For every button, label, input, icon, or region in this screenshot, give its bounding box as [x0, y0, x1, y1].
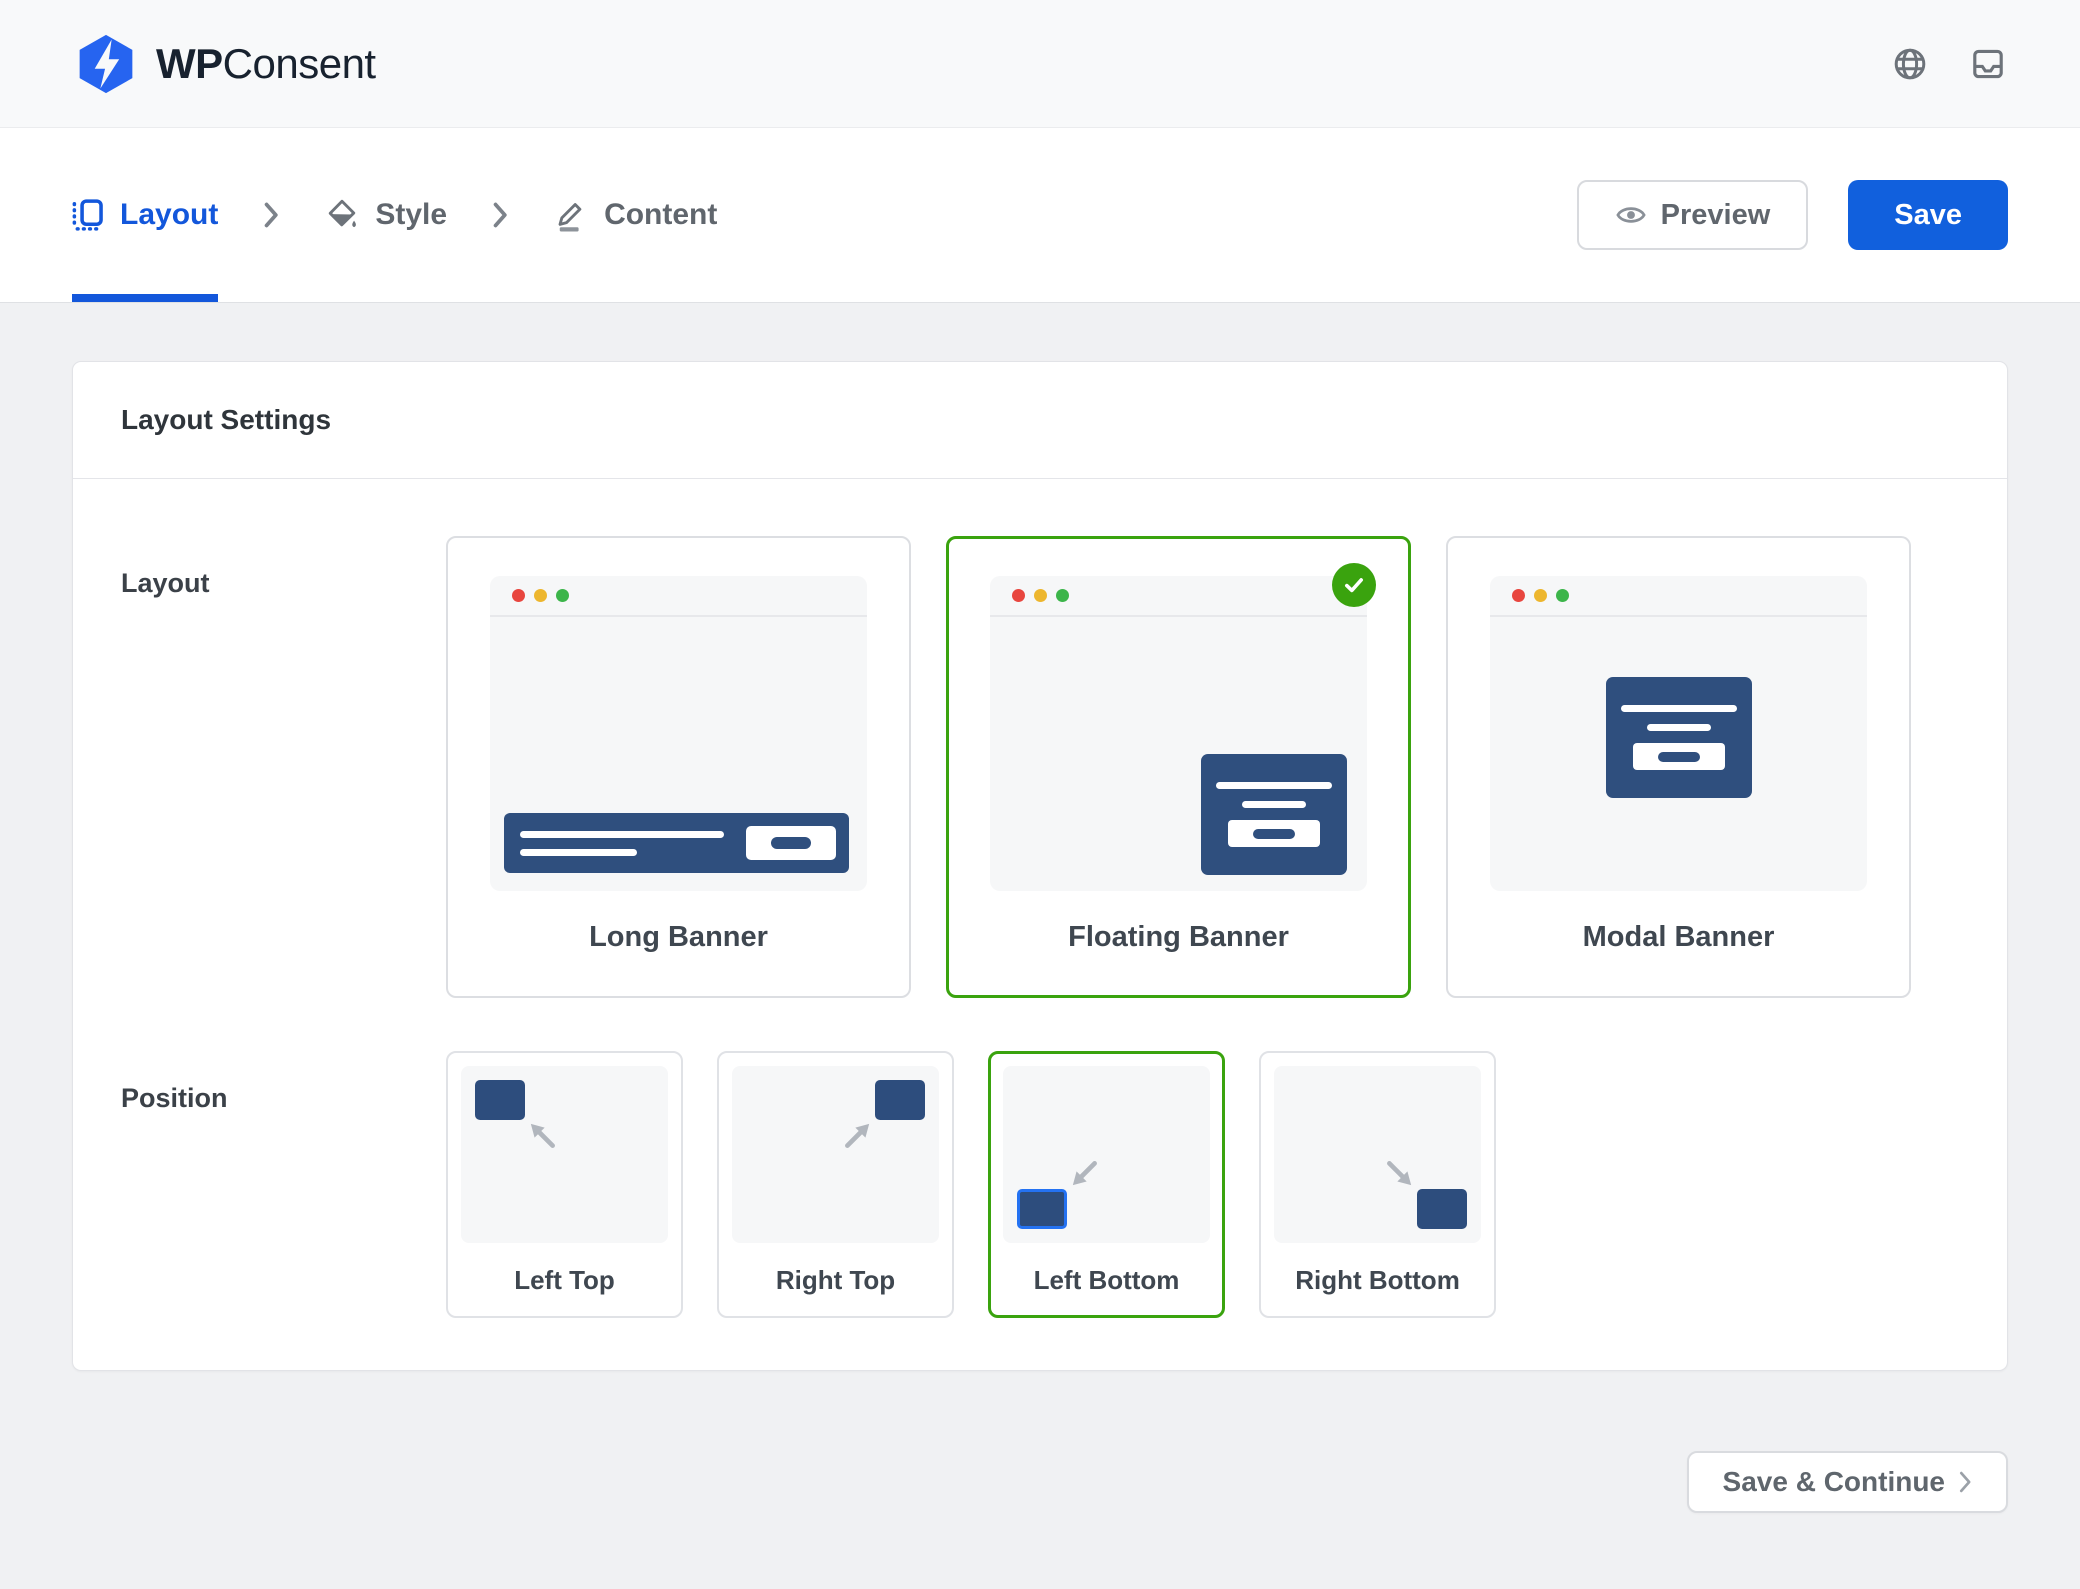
position-option-label: Left Bottom — [1003, 1265, 1210, 1296]
banner-position-rect — [875, 1080, 925, 1120]
position-option-left-bottom[interactable]: Left Bottom — [988, 1051, 1225, 1318]
chevron-right-icon — [264, 202, 279, 228]
position-option-right-bottom[interactable]: Right Bottom — [1259, 1051, 1496, 1318]
save-and-continue-button[interactable]: Save & Continue — [1687, 1451, 2008, 1513]
layout-option-modal-banner[interactable]: Modal Banner — [1446, 536, 1911, 998]
banner-position-rect — [1417, 1189, 1467, 1229]
banner-position-rect — [475, 1080, 525, 1120]
preview-button-label: Preview — [1661, 199, 1771, 232]
brand-name: WPConsent — [156, 40, 376, 88]
layout-option-label: Long Banner — [490, 921, 867, 954]
traffic-dot-green — [1056, 589, 1069, 602]
layout-row: Layout — [73, 536, 2007, 998]
arrow-up-right-icon — [841, 1118, 875, 1152]
position-mockup — [1003, 1066, 1210, 1243]
traffic-dot-yellow — [1534, 589, 1547, 602]
save-button[interactable]: Save — [1848, 180, 2008, 250]
position-mockup — [732, 1066, 939, 1243]
position-option-right-top[interactable]: Right Top — [717, 1051, 954, 1318]
footer-bar: Save & Continue — [72, 1451, 2008, 1513]
position-row: Position Left Top — [73, 1051, 2007, 1318]
banner-position-rect-selected — [1017, 1189, 1067, 1229]
traffic-dot-yellow — [534, 589, 547, 602]
tab-content-label: Content — [604, 198, 717, 232]
browser-mockup-titlebar — [1490, 576, 1867, 617]
layout-options: Long Banner — [446, 536, 1911, 998]
preview-accept-button — [1633, 743, 1725, 770]
brand-name-bold: WP — [156, 40, 223, 87]
position-mockup — [461, 1066, 668, 1243]
traffic-dot-red — [1512, 589, 1525, 602]
browser-mockup — [990, 576, 1367, 891]
content-tab-icon — [554, 198, 588, 232]
floating-banner-preview — [1201, 754, 1347, 875]
chevron-right-icon — [1959, 1471, 1972, 1493]
position-option-label: Right Top — [732, 1265, 939, 1296]
layout-row-label: Layout — [73, 536, 446, 998]
style-tab-icon — [325, 198, 359, 232]
traffic-dot-green — [1556, 589, 1569, 602]
position-options: Left Top Right Top — [446, 1051, 1496, 1318]
position-option-label: Right Bottom — [1274, 1265, 1481, 1296]
eye-icon — [1615, 199, 1647, 231]
layout-option-label: Modal Banner — [1490, 921, 1867, 954]
arrow-up-left-icon — [525, 1118, 559, 1152]
layout-settings-panel: Layout Settings Layout — [72, 361, 2008, 1371]
traffic-dot-green — [556, 589, 569, 602]
inbox-icon[interactable] — [1970, 46, 2006, 82]
traffic-dot-yellow — [1034, 589, 1047, 602]
globe-icon[interactable] — [1892, 46, 1928, 82]
arrow-down-left-icon — [1067, 1157, 1101, 1191]
step-navigation-bar: Layout Style Content — [0, 128, 2080, 303]
preview-accept-button — [746, 826, 836, 860]
long-banner-preview — [504, 813, 849, 873]
traffic-dot-red — [512, 589, 525, 602]
position-option-left-top[interactable]: Left Top — [446, 1051, 683, 1318]
preview-accept-button — [1228, 820, 1320, 847]
chevron-right-icon — [493, 202, 508, 228]
browser-mockup-titlebar — [490, 576, 867, 617]
position-row-label: Position — [73, 1051, 446, 1318]
browser-mockup — [490, 576, 867, 891]
layout-option-long-banner[interactable]: Long Banner — [446, 536, 911, 998]
tab-style[interactable]: Style — [325, 128, 447, 302]
preview-button[interactable]: Preview — [1577, 180, 1809, 250]
app-header: WPConsent — [0, 0, 2080, 128]
tab-layout[interactable]: Layout — [72, 128, 218, 302]
browser-mockup-titlebar — [990, 576, 1367, 617]
layout-option-floating-banner[interactable]: Floating Banner — [946, 536, 1411, 998]
brand: WPConsent — [74, 33, 376, 95]
save-and-continue-label: Save & Continue — [1723, 1466, 1945, 1498]
modal-banner-preview — [1606, 677, 1752, 798]
tab-style-label: Style — [375, 198, 447, 232]
position-option-label: Left Top — [461, 1265, 668, 1296]
browser-mockup — [1490, 576, 1867, 891]
arrow-down-right-icon — [1383, 1157, 1417, 1191]
brand-name-regular: Consent — [223, 40, 376, 87]
tab-content[interactable]: Content — [554, 128, 717, 302]
tab-layout-label: Layout — [120, 198, 218, 232]
position-mockup — [1274, 1066, 1481, 1243]
layout-option-label: Floating Banner — [990, 921, 1367, 954]
panel-title: Layout Settings — [73, 362, 2007, 479]
layout-tab-icon — [72, 199, 104, 231]
traffic-dot-red — [1012, 589, 1025, 602]
selected-check-icon — [1332, 563, 1376, 607]
wpconsent-logo-icon — [74, 33, 138, 95]
